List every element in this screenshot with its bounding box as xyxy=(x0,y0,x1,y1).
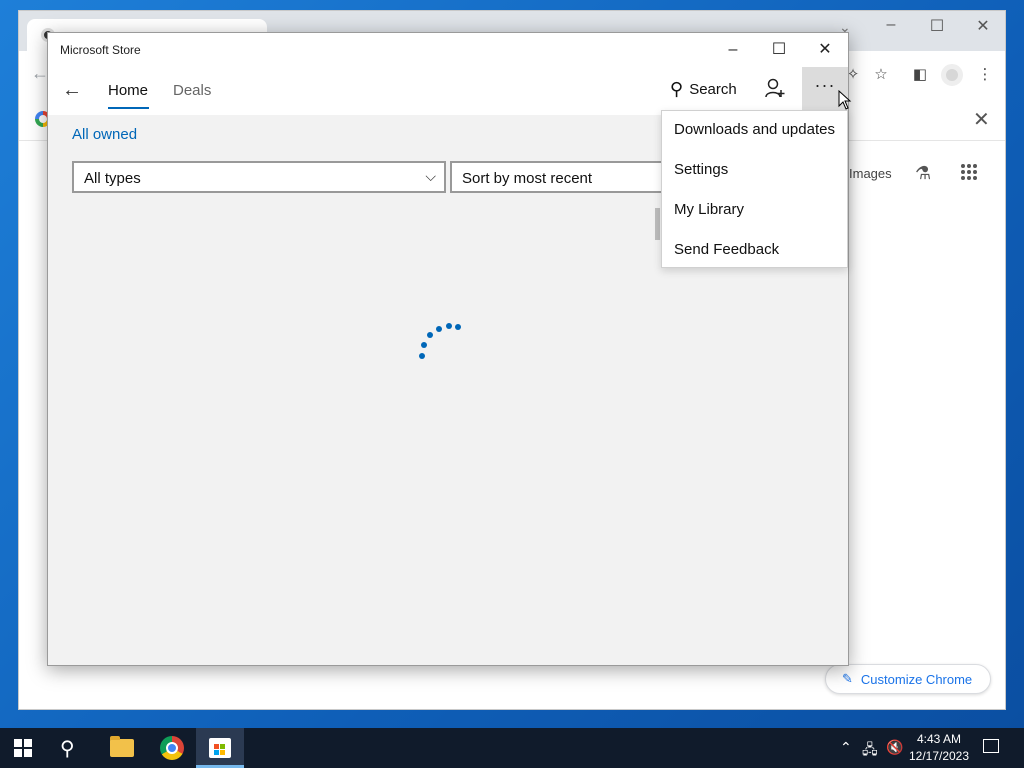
scrollbar-thumb[interactable] xyxy=(655,208,660,240)
chrome-menu-icon[interactable]: ⋮ xyxy=(975,65,995,83)
labs-flask-icon[interactable]: ⚗ xyxy=(915,163,931,184)
side-panel-icon[interactable]: ◧ xyxy=(910,65,930,83)
type-filter-select[interactable]: All types ⌵ xyxy=(72,161,446,193)
tab-home[interactable]: Home xyxy=(108,82,148,99)
store-nav-bar: ← Home Deals ⚲ Search ··· xyxy=(48,67,848,115)
menu-item-settings[interactable]: Settings xyxy=(674,161,728,178)
more-options-menu: Downloads and updates Settings My Librar… xyxy=(661,110,848,268)
file-explorer-icon[interactable] xyxy=(110,736,134,757)
clock-time: 4:43 AM xyxy=(916,732,962,746)
close-icon[interactable]: ✕ xyxy=(802,38,848,64)
notification-center-icon[interactable] xyxy=(983,739,999,753)
windows-start-icon[interactable] xyxy=(14,739,32,757)
search-label: Search xyxy=(689,81,737,98)
minimize-icon[interactable]: – xyxy=(710,38,756,64)
chrome-minimize-icon[interactable]: – xyxy=(871,16,911,34)
network-icon[interactable]: 🖧 xyxy=(862,739,878,763)
customize-chrome-button[interactable]: ✎ Customize Chrome xyxy=(825,664,991,694)
type-filter-value: All types xyxy=(84,170,141,187)
menu-item-my-library[interactable]: My Library xyxy=(674,201,744,218)
tray-chevron-up-icon[interactable]: ⌃ xyxy=(840,739,852,756)
volume-muted-icon[interactable]: 🔇 xyxy=(886,739,903,756)
chrome-close-icon[interactable]: ✕ xyxy=(963,16,1003,36)
search-button[interactable]: ⚲ Search xyxy=(670,79,737,100)
maximize-icon[interactable]: ☐ xyxy=(756,38,802,64)
menu-item-downloads-updates[interactable]: Downloads and updates xyxy=(674,121,835,138)
tab-deals[interactable]: Deals xyxy=(173,82,211,99)
pencil-icon: ✎ xyxy=(842,671,853,686)
taskbar-clock[interactable]: 4:43 AM 12/17/2023 xyxy=(906,731,972,765)
sort-value: Sort by most recent xyxy=(462,170,593,187)
store-titlebar: Microsoft Store – ☐ ✕ xyxy=(48,33,848,67)
arrow-left-icon[interactable]: ← xyxy=(62,79,82,102)
chevron-down-icon: ⌵ xyxy=(425,168,436,184)
loading-spinner-icon xyxy=(413,318,463,363)
taskbar: ⚲ ⌃ 🖧 🔇 4:43 AM 12/17/2023 xyxy=(0,728,1024,768)
profile-avatar-icon[interactable] xyxy=(941,64,963,86)
clock-date: 12/17/2023 xyxy=(908,749,970,763)
google-apps-icon[interactable] xyxy=(961,164,977,180)
taskbar-search-icon[interactable]: ⚲ xyxy=(60,736,75,761)
menu-item-send-feedback[interactable]: Send Feedback xyxy=(674,241,779,258)
images-link[interactable]: Images xyxy=(849,166,892,181)
mouse-cursor-icon xyxy=(838,90,852,110)
customize-chrome-label: Customize Chrome xyxy=(860,671,973,687)
account-icon[interactable] xyxy=(764,77,786,104)
info-bar-close-icon[interactable]: ✕ xyxy=(973,107,990,132)
search-icon: ⚲ xyxy=(670,79,684,99)
window-title: Microsoft Store xyxy=(60,43,141,57)
tab-home-indicator xyxy=(108,107,149,109)
store-taskbar-icon xyxy=(209,738,231,758)
chrome-maximize-icon[interactable]: ☐ xyxy=(917,16,957,36)
bookmark-star-icon[interactable]: ☆ xyxy=(871,65,891,83)
chrome-taskbar-icon[interactable] xyxy=(160,736,184,760)
all-owned-link[interactable]: All owned xyxy=(72,126,137,143)
